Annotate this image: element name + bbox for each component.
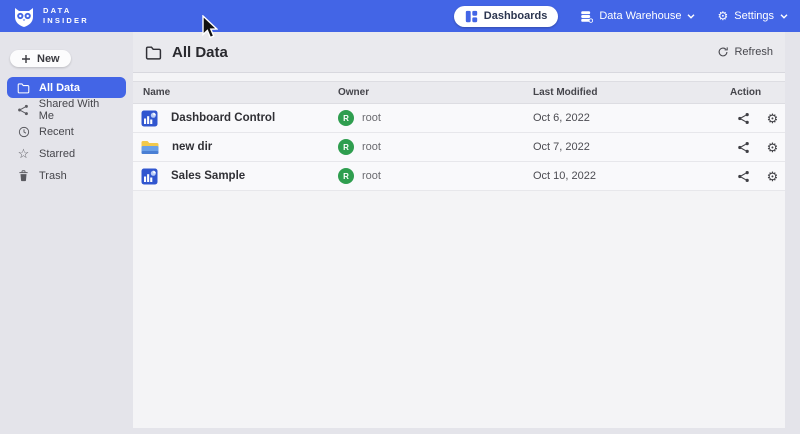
folder-icon bbox=[17, 82, 30, 94]
column-header-action: Action bbox=[730, 87, 785, 98]
dashboard-file-icon bbox=[141, 168, 158, 185]
owl-logo-icon bbox=[12, 4, 36, 28]
sidebar-item-label: Trash bbox=[39, 170, 67, 182]
database-icon bbox=[580, 10, 593, 23]
sidebar-nav: All Data Shared With Me bbox=[0, 76, 133, 187]
sidebar-item-shared-with-me[interactable]: Shared With Me bbox=[7, 99, 126, 120]
folder-icon bbox=[145, 45, 162, 60]
table-row[interactable]: new dir R root Oct 7, 2022 ⚙ bbox=[133, 133, 785, 162]
share-icon[interactable] bbox=[736, 111, 751, 126]
file-name[interactable]: new dir bbox=[172, 141, 212, 153]
owner-name: root bbox=[362, 170, 381, 182]
new-button-label: New bbox=[37, 53, 60, 65]
gear-icon[interactable]: ⚙ bbox=[765, 169, 780, 184]
brand-line2: INSIDER bbox=[43, 16, 89, 26]
folder-file-icon bbox=[141, 140, 159, 155]
column-header-name[interactable]: Name bbox=[133, 87, 338, 98]
last-modified: Oct 6, 2022 bbox=[533, 112, 730, 124]
column-header-last-modified[interactable]: Last Modified bbox=[533, 87, 730, 98]
sidebar-item-trash[interactable]: Trash bbox=[7, 165, 126, 186]
file-name[interactable]: Sales Sample bbox=[171, 170, 245, 182]
page-header: All Data Refresh bbox=[133, 32, 785, 73]
dashboard-file-icon bbox=[141, 110, 158, 127]
table-row[interactable]: Sales Sample R root Oct 10, 2022 ⚙ bbox=[133, 162, 785, 191]
sidebar: New All Data Shared With Me bbox=[0, 32, 133, 434]
main-content: All Data Refresh Name Owner Last Modifie… bbox=[133, 32, 785, 428]
brand-line1: DATA bbox=[43, 6, 89, 16]
dashboard-grid-icon bbox=[465, 10, 478, 23]
owner-name: root bbox=[362, 141, 381, 153]
refresh-button[interactable]: Refresh bbox=[717, 46, 773, 58]
gear-icon: ⚙ bbox=[717, 10, 728, 22]
topbar-menu-group: Dashboards Data Warehouse ⚙ bbox=[454, 6, 788, 27]
dashboards-button[interactable]: Dashboards bbox=[454, 6, 559, 27]
column-header-owner[interactable]: Owner bbox=[338, 87, 533, 98]
sidebar-item-label: Recent bbox=[39, 126, 74, 138]
owner-avatar: R bbox=[338, 168, 354, 184]
owner-avatar: R bbox=[338, 110, 354, 126]
brand-logo-group[interactable]: DATA INSIDER bbox=[12, 4, 89, 28]
app-window: DATA INSIDER Dashboards bbox=[0, 0, 800, 434]
owner-name: root bbox=[362, 112, 381, 124]
clock-icon bbox=[17, 126, 30, 138]
page-title: All Data bbox=[172, 44, 228, 61]
sidebar-item-label: All Data bbox=[39, 82, 80, 94]
file-name[interactable]: Dashboard Control bbox=[171, 112, 275, 124]
mouse-cursor bbox=[201, 15, 218, 45]
last-modified: Oct 7, 2022 bbox=[533, 141, 730, 153]
gear-icon[interactable]: ⚙ bbox=[765, 111, 780, 126]
new-button[interactable]: New bbox=[10, 50, 71, 67]
dashboards-button-label: Dashboards bbox=[484, 10, 548, 22]
share-icon[interactable] bbox=[736, 169, 751, 184]
owner-avatar: R bbox=[338, 139, 354, 155]
gear-icon[interactable]: ⚙ bbox=[765, 140, 780, 155]
star-icon: ☆ bbox=[17, 147, 30, 160]
page-title-group: All Data bbox=[145, 44, 228, 61]
data-warehouse-menu[interactable]: Data Warehouse bbox=[580, 10, 695, 23]
sidebar-item-label: Starred bbox=[39, 148, 75, 160]
settings-label: Settings bbox=[734, 10, 774, 22]
brand-name: DATA INSIDER bbox=[43, 6, 89, 26]
last-modified: Oct 10, 2022 bbox=[533, 170, 730, 182]
data-table: Name Owner Last Modified Action bbox=[133, 81, 785, 191]
sidebar-item-starred[interactable]: ☆ Starred bbox=[7, 143, 126, 164]
table-header-row: Name Owner Last Modified Action bbox=[133, 81, 785, 104]
settings-menu[interactable]: ⚙ Settings bbox=[717, 10, 788, 22]
data-warehouse-label: Data Warehouse bbox=[599, 10, 681, 22]
trash-icon bbox=[17, 170, 30, 182]
share-icon bbox=[17, 104, 30, 116]
refresh-label: Refresh bbox=[734, 46, 773, 58]
refresh-icon bbox=[717, 46, 729, 58]
plus-icon bbox=[21, 54, 31, 64]
chevron-down-icon bbox=[780, 14, 788, 19]
sidebar-item-recent[interactable]: Recent bbox=[7, 121, 126, 142]
table-row[interactable]: Dashboard Control R root Oct 6, 2022 ⚙ bbox=[133, 104, 785, 133]
sidebar-item-all-data[interactable]: All Data bbox=[7, 77, 126, 98]
chevron-down-icon bbox=[687, 14, 695, 19]
sidebar-item-label: Shared With Me bbox=[39, 98, 116, 122]
top-navigation-bar: DATA INSIDER Dashboards bbox=[0, 0, 800, 32]
share-icon[interactable] bbox=[736, 140, 751, 155]
